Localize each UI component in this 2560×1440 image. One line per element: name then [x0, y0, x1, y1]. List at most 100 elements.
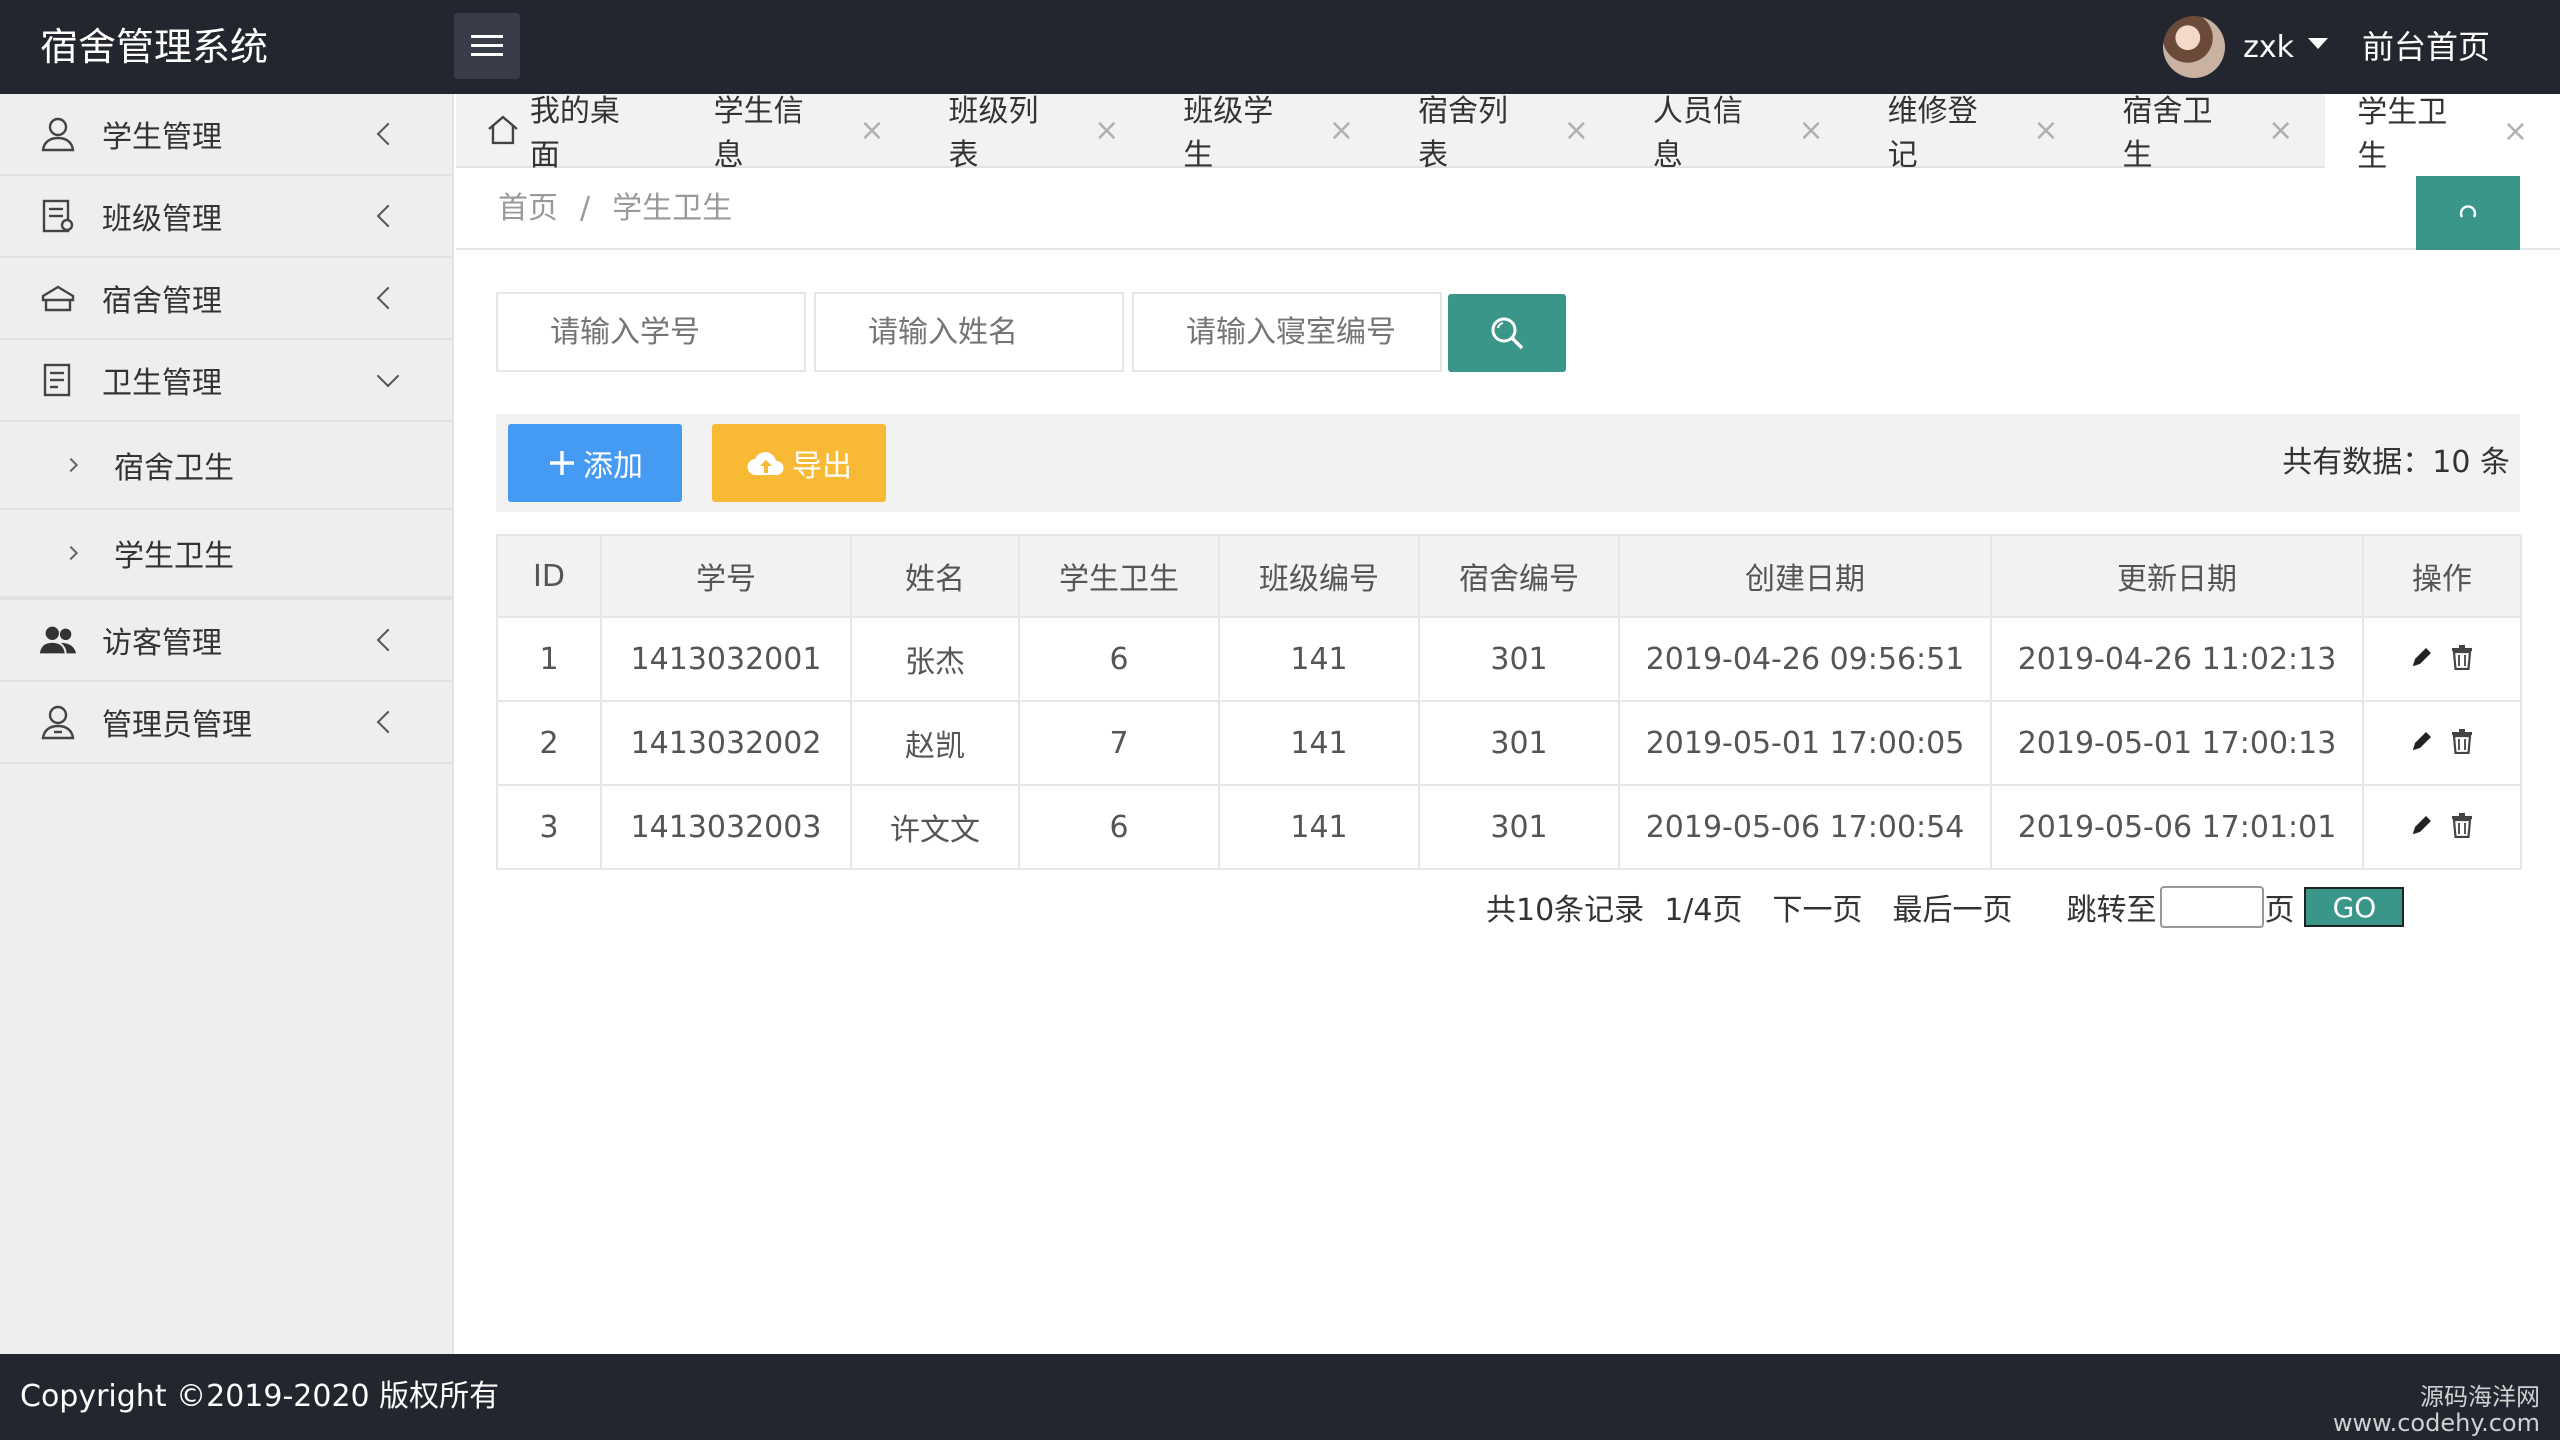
breadcrumb: 首页 / 学生卫生 [498, 168, 732, 250]
close-icon[interactable]: × [2033, 113, 2058, 148]
export-button[interactable]: 导出 [712, 424, 886, 502]
app-title: 宿舍管理系统 [40, 25, 269, 69]
total-count: 共有数据：10 条 [2282, 445, 2510, 480]
table-cell: 6 [1018, 784, 1220, 870]
sidebar-item-class-management[interactable]: 班级管理 [0, 176, 452, 258]
sidebar-item-dorm-management[interactable]: 宿舍管理 [0, 258, 452, 340]
go-button[interactable]: GO [2304, 887, 2405, 927]
sidebar-subitem-label: 宿舍卫生 [114, 451, 234, 486]
pagination: 共10条记录 1/4页 下一页 最后一页 跳转至 页 GO [1486, 882, 2405, 932]
tab-student-hygiene[interactable]: 学生卫生 × [2325, 94, 2560, 174]
table-cell: 141 [1218, 700, 1420, 786]
tab-personnel-info[interactable]: 人员信息 × [1621, 94, 1856, 173]
table-row: 1 1413032001 张杰 6 141 301 2019-04-26 09:… [496, 616, 2522, 702]
tab-label: 宿舍列表 [1418, 94, 1509, 173]
tab-label: 我的桌面 [529, 94, 620, 173]
table-cell: 1413032003 [600, 784, 852, 870]
avatar[interactable] [2163, 16, 2226, 78]
sidebar-subitem-student-hygiene[interactable]: 学生卫生 [0, 510, 452, 600]
page-indicator: 1/4页 [1664, 893, 1743, 928]
column-header: 班级编号 [1218, 534, 1420, 618]
table-cell: 1 [496, 616, 602, 702]
class-icon [38, 196, 78, 236]
column-header: 操作 [2362, 534, 2522, 618]
search-icon [1491, 317, 1524, 350]
next-page-link[interactable]: 下一页 [1772, 885, 1862, 929]
name-input[interactable] [814, 292, 1124, 372]
watermark-line: 源码海洋网 [2420, 1383, 2540, 1411]
edit-icon[interactable] [2410, 813, 2434, 837]
tab-label: 维修登记 [1887, 94, 1978, 173]
chevron-right-icon [63, 457, 79, 473]
edit-icon[interactable] [2410, 645, 2434, 669]
student-no-input[interactable] [496, 292, 806, 372]
tab-repair-registration[interactable]: 维修登记 × [1856, 94, 2091, 173]
close-icon[interactable]: × [2268, 113, 2293, 148]
close-icon[interactable]: × [1799, 113, 1824, 148]
user-menu[interactable]: zxk [2163, 16, 2328, 78]
column-header: 学生卫生 [1018, 534, 1220, 618]
sidebar-item-admin-management[interactable]: 管理员管理 [0, 682, 452, 764]
export-button-label: 导出 [792, 449, 852, 484]
sidebar-subitem-label: 学生卫生 [114, 539, 234, 574]
menu-toggle-button[interactable] [454, 13, 520, 79]
close-icon[interactable]: × [2503, 114, 2528, 149]
sidebar-subitem-dorm-hygiene[interactable]: 宿舍卫生 [0, 422, 452, 510]
tab-my-desktop[interactable]: 我的桌面 [456, 94, 682, 173]
close-icon[interactable]: × [1564, 113, 1589, 148]
tab-dorm-list[interactable]: 宿舍列表 × [1386, 94, 1621, 173]
tab-label: 学生信息 [713, 94, 804, 173]
tab-label: 班级列表 [948, 94, 1039, 173]
edit-icon[interactable] [2410, 729, 2434, 753]
row-actions [2362, 616, 2522, 702]
jump-label: 跳转至 [2066, 893, 2157, 928]
delete-icon[interactable] [2450, 644, 2474, 670]
tab-student-info[interactable]: 学生信息 × [682, 94, 917, 173]
breadcrumb-current: 学生卫生 [612, 191, 733, 226]
table-cell: 301 [1418, 700, 1620, 786]
close-icon[interactable]: × [1094, 113, 1119, 148]
table-cell: 3 [496, 784, 602, 870]
column-header: ID [496, 534, 602, 618]
table-cell: 赵凯 [850, 700, 1020, 786]
sidebar-item-label: 管理员管理 [102, 708, 252, 743]
delete-icon[interactable] [2450, 812, 2474, 838]
row-actions [2362, 700, 2522, 786]
record-count: 共10条记录 [1486, 893, 1645, 928]
table-cell: 2019-05-01 17:00:05 [1618, 700, 1992, 786]
tab-class-list[interactable]: 班级列表 × [916, 94, 1151, 173]
sidebar-item-student-management[interactable]: 学生管理 [0, 94, 452, 176]
jump-page-input[interactable] [2160, 886, 2265, 928]
chevron-left-icon [376, 204, 400, 228]
close-icon[interactable]: × [859, 113, 884, 148]
dorm-icon [38, 278, 78, 318]
watermark: 源码海洋网 www.codehy.com [2333, 1384, 2540, 1436]
watermark-line: www.codehy.com [2332, 1409, 2540, 1437]
room-no-input[interactable] [1132, 292, 1442, 372]
table-cell: 2 [496, 700, 602, 786]
chevron-down-icon [376, 364, 400, 388]
frontend-home-link[interactable]: 前台首页 [2362, 0, 2490, 94]
table-cell: 7 [1018, 700, 1220, 786]
caret-down-icon[interactable] [2308, 37, 2328, 49]
action-toolbar: 添加 导出 共有数据：10 条 [496, 414, 2520, 512]
sidebar-item-visitor-management[interactable]: 访客管理 [0, 600, 452, 682]
close-icon[interactable]: × [1329, 113, 1354, 148]
sidebar: 学生管理 班级管理 宿舍管理 卫生管理 宿舍卫生 学生卫生 访客管理 管理员管理 [0, 94, 454, 1354]
table-cell: 2019-05-06 17:00:54 [1618, 784, 1992, 870]
tab-label: 宿舍卫生 [2122, 94, 2213, 173]
search-button[interactable] [1448, 294, 1566, 372]
tab-class-students[interactable]: 班级学生 × [1151, 94, 1386, 173]
last-page-link[interactable]: 最后一页 [1892, 885, 2012, 929]
tab-dorm-hygiene[interactable]: 宿舍卫生 × [2090, 94, 2325, 173]
column-header: 创建日期 [1618, 534, 1992, 618]
add-button[interactable]: 添加 [508, 424, 682, 502]
visitors-icon [38, 620, 78, 660]
breadcrumb-home[interactable]: 首页 [498, 191, 558, 226]
sidebar-item-label: 宿舍管理 [102, 284, 222, 319]
delete-icon[interactable] [2450, 728, 2474, 754]
sidebar-item-hygiene-management[interactable]: 卫生管理 [0, 340, 452, 422]
refresh-button[interactable] [2416, 176, 2520, 250]
row-actions [2362, 784, 2522, 870]
username[interactable]: zxk [2243, 30, 2294, 65]
